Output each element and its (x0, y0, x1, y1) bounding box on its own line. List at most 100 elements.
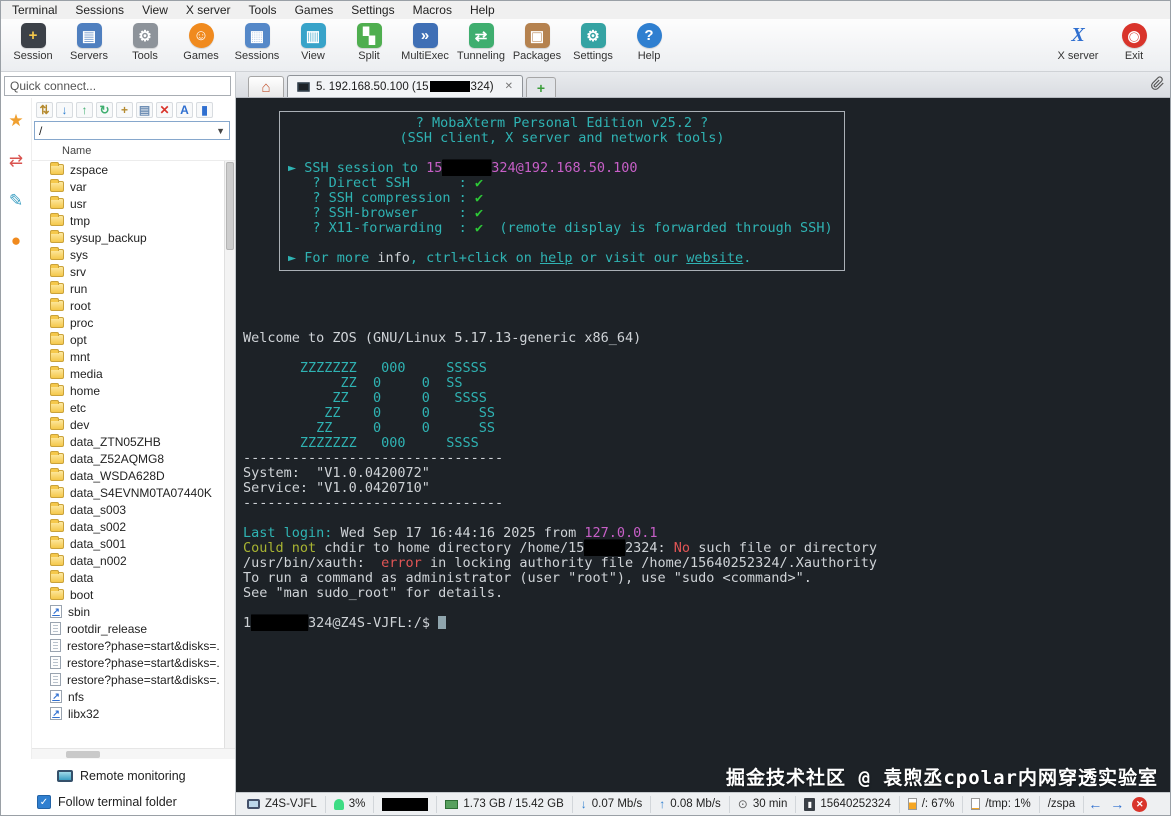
tree-item-etc[interactable]: etc (32, 399, 224, 416)
hostname-icon (247, 799, 260, 809)
tree-item-data-s4evnm0ta07440k[interactable]: data_S4EVNM0TA07440K (32, 484, 224, 501)
menu-settings[interactable]: Settings (342, 2, 403, 18)
new-file-icon[interactable]: ▤ (136, 101, 153, 118)
tree-item-opt[interactable]: opt (32, 331, 224, 348)
menu-help[interactable]: Help (461, 2, 504, 18)
tree-item-label: usr (70, 196, 87, 211)
toolbar-multiexec-button[interactable]: » MultiExec (397, 22, 453, 62)
terminal[interactable]: ? MobaXterm Personal Edition v25.2 ? (SSH… (236, 98, 1170, 792)
folder-icon (50, 264, 64, 277)
download-speed-icon: ↓ (580, 797, 587, 811)
split-icon: ▚ (356, 23, 382, 48)
tree-item-home[interactable]: home (32, 382, 224, 399)
sync-browser-icon[interactable]: ⇅ (36, 101, 53, 118)
toolbar-sessions-button[interactable]: ▦ Sessions (229, 22, 285, 62)
toolbar-view-button[interactable]: ▥ View (285, 22, 341, 62)
tree-hscrollbar-thumb[interactable] (66, 751, 100, 758)
toolbar-tunneling-button[interactable]: ⇄ Tunneling (453, 22, 509, 62)
tree-item-restore-phase-start-disks[interactable]: restore?phase=start&disks=. (32, 671, 224, 688)
tree-item-rootdir-release[interactable]: rootdir_release (32, 620, 224, 637)
toolbar-split-button[interactable]: ▚ Split (341, 22, 397, 62)
tree-item-data-n002[interactable]: data_n002 (32, 552, 224, 569)
tree-item-proc[interactable]: proc (32, 314, 224, 331)
tree-item-data-s002[interactable]: data_s002 (32, 518, 224, 535)
tree-header[interactable]: Name (32, 143, 235, 161)
tree-item-data-wsda628d[interactable]: data_WSDA628D (32, 467, 224, 484)
toolbar-games-button[interactable]: ☺ Games (173, 22, 229, 62)
tab-close-icon[interactable]: ✕ (505, 81, 513, 92)
tree-item-tmp[interactable]: tmp (32, 212, 224, 229)
delete-icon[interactable]: ✕ (156, 101, 173, 118)
terminal-line: ZZ 0 0 SS (243, 405, 495, 421)
menu-games[interactable]: Games (286, 2, 343, 18)
home-tab[interactable]: ⌂ (248, 76, 284, 97)
tree-item-restore-phase-start-disks[interactable]: restore?phase=start&disks=. (32, 654, 224, 671)
upload-icon[interactable]: ↑ (76, 101, 93, 118)
tree-item-run[interactable]: run (32, 280, 224, 297)
menu-sessions[interactable]: Sessions (66, 2, 133, 18)
menu-macros[interactable]: Macros (404, 2, 461, 18)
toolbar-settings-button[interactable]: ⚙ Settings (565, 22, 621, 62)
terminal-line: /usr/bin/xauth: error in locking authori… (243, 555, 877, 571)
path-select[interactable]: / ▼ (34, 121, 230, 140)
menu-x-server[interactable]: X server (177, 2, 240, 18)
new-folder-icon[interactable]: + (116, 101, 133, 118)
download-icon[interactable]: ↓ (56, 101, 73, 118)
macros-icon[interactable]: ✎ (9, 192, 23, 209)
tree-item-restore-phase-start-disks[interactable]: restore?phase=start&disks=. (32, 637, 224, 654)
tree-item-sys[interactable]: sys (32, 246, 224, 263)
memory-usage-icon (445, 799, 459, 809)
status-close-terminal[interactable]: ✕ (1128, 796, 1151, 813)
toolbar-session-button[interactable]: + Session (5, 22, 61, 62)
menu-view[interactable]: View (133, 2, 177, 18)
tree-item-root[interactable]: root (32, 297, 224, 314)
tree-item-data-s001[interactable]: data_s001 (32, 535, 224, 552)
tree-item-nfs[interactable]: ↗ nfs (32, 688, 224, 705)
status-text: /tmp: 1% (985, 798, 1031, 810)
tree-item-mnt[interactable]: mnt (32, 348, 224, 365)
tree-hscrollbar[interactable] (32, 748, 235, 759)
paperclip-icon[interactable] (1151, 76, 1165, 93)
folder-icon (50, 196, 64, 209)
tree-item-data-ztn05zhb[interactable]: data_ZTN05ZHB (32, 433, 224, 450)
toolbar-help-button[interactable]: ? Help (621, 22, 677, 62)
tree-item-media[interactable]: media (32, 365, 224, 382)
tools-icon[interactable]: ⇄ (9, 152, 23, 169)
toolbar-right: X X server ◉ Exit (1050, 22, 1162, 62)
tree-item-data[interactable]: data (32, 569, 224, 586)
tree-item-data-s003[interactable]: data_s003 (32, 501, 224, 518)
tree-item-sysup-backup[interactable]: sysup_backup (32, 229, 224, 246)
follow-terminal-folder[interactable]: ✓ Follow terminal folder (37, 795, 235, 809)
rename-icon[interactable]: A (176, 101, 193, 118)
tree-item-data-z52aqmg8[interactable]: data_Z52AQMG8 (32, 450, 224, 467)
status-scroll-right[interactable]: → (1106, 796, 1128, 813)
tree-scrollbar[interactable] (224, 161, 235, 748)
menu-terminal[interactable]: Terminal (3, 2, 66, 18)
follow-checkbox[interactable]: ✓ (37, 795, 51, 809)
tree-item-sbin[interactable]: ↗ sbin (32, 603, 224, 620)
session-tab[interactable]: 5. 192.168.50.100 (15 324) ✕ (287, 75, 523, 97)
tree-item-libx32[interactable]: ↗ libx32 (32, 705, 224, 722)
tree-item-usr[interactable]: usr (32, 195, 224, 212)
toolbar-exit-button[interactable]: ◉ Exit (1106, 22, 1162, 62)
toolbar-x-server-button[interactable]: X X server (1050, 22, 1106, 62)
status-scroll-left[interactable]: ← (1084, 796, 1106, 813)
toolbar-servers-button[interactable]: ▤ Servers (61, 22, 117, 62)
tree-item-var[interactable]: var (32, 178, 224, 195)
tree-item-dev[interactable]: dev (32, 416, 224, 433)
new-tab-button[interactable]: + (525, 77, 556, 97)
toolbar-tools-button[interactable]: ⚙ Tools (117, 22, 173, 62)
quick-connect-input[interactable] (4, 76, 231, 96)
remote-monitoring-button[interactable]: Remote monitoring (57, 769, 235, 783)
pin-icon[interactable]: ▮ (196, 101, 213, 118)
tree-item-zspace[interactable]: zspace (32, 161, 224, 178)
toolbar-packages-button[interactable]: ▣ Packages (509, 22, 565, 62)
tree-item-srv[interactable]: srv (32, 263, 224, 280)
sftp-icon[interactable]: ● (11, 232, 21, 249)
tree-item-boot[interactable]: boot (32, 586, 224, 603)
refresh-icon[interactable]: ↻ (96, 101, 113, 118)
path-value: / (39, 123, 43, 138)
menu-tools[interactable]: Tools (240, 2, 286, 18)
sessions-star-icon[interactable]: ★ (8, 112, 23, 129)
tree-scrollbar-thumb[interactable] (226, 162, 234, 250)
